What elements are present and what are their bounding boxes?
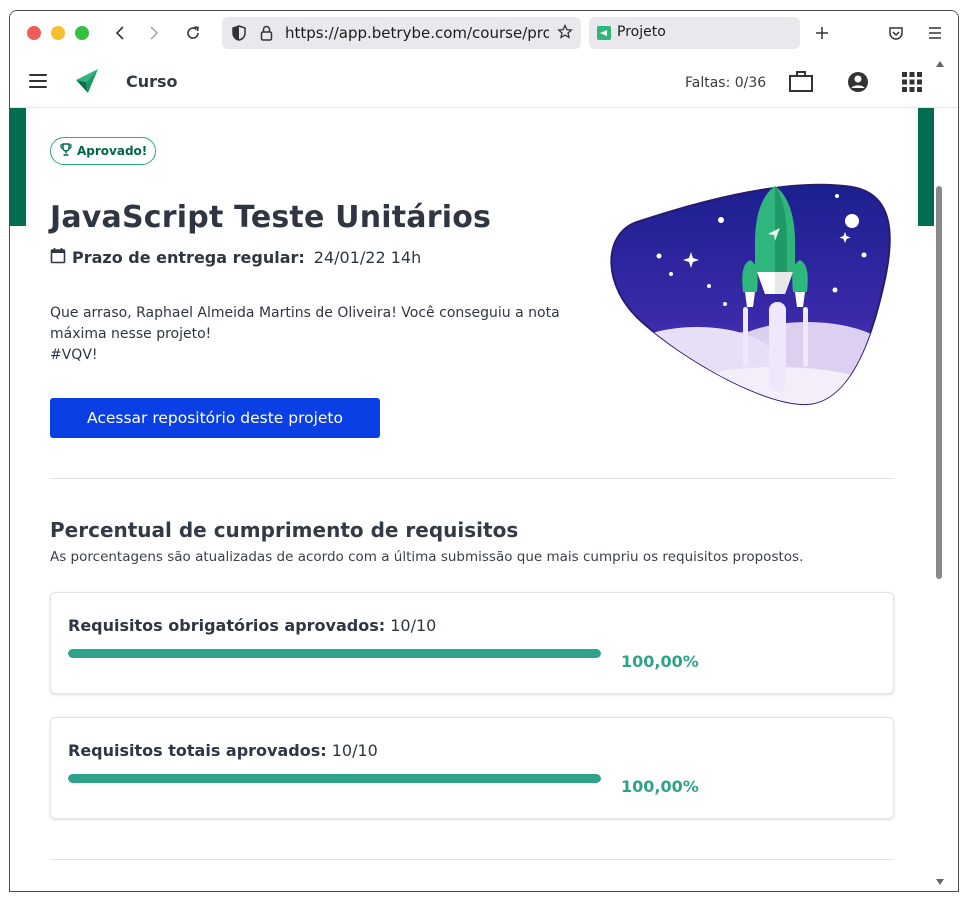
- card-label: Requisitos totais aprovados: 10/10: [68, 741, 378, 760]
- browser-toolbar: https://app.betrybe.com/course/proje Pro…: [10, 11, 958, 56]
- tab-projeto[interactable]: Projeto: [589, 17, 800, 49]
- deadline-value: 24/01/22 14h: [313, 248, 422, 267]
- progress-fill: [68, 649, 601, 658]
- hamburger-icon[interactable]: [29, 74, 47, 88]
- required-requirements-card: Requisitos obrigatórios aprovados: 10/10…: [50, 592, 894, 694]
- total-requirements-card: Requisitos totais aprovados: 10/10 100,0…: [50, 717, 894, 819]
- url-text[interactable]: https://app.betrybe.com/course/proje: [285, 24, 549, 42]
- card-label-title: Requisitos totais aprovados:: [68, 741, 327, 760]
- progress-fill: [68, 774, 601, 783]
- browser-window: https://app.betrybe.com/course/proje Pro…: [9, 10, 959, 892]
- congrats-message: Que arraso, Raphael Almeida Martins de O…: [50, 303, 570, 366]
- progress-percent: 100,00%: [621, 777, 699, 796]
- minimize-window-button[interactable]: [51, 26, 65, 40]
- forward-icon[interactable]: [141, 20, 167, 46]
- progress-bar: [68, 649, 601, 658]
- calendar-icon: [50, 247, 66, 268]
- account-icon[interactable]: [845, 69, 871, 95]
- deadline: Prazo de entrega regular: 24/01/22 14h: [50, 247, 421, 268]
- scroll-down-arrow[interactable]: [936, 879, 944, 885]
- section-divider: [50, 478, 894, 479]
- star-icon[interactable]: [557, 23, 573, 44]
- back-icon[interactable]: [107, 20, 133, 46]
- section-divider: [50, 859, 894, 860]
- briefcase-icon[interactable]: [788, 69, 814, 95]
- hero-band-right: [918, 108, 934, 226]
- pocket-icon[interactable]: [883, 20, 909, 46]
- trophy-icon: [60, 143, 72, 159]
- status-badge: Aprovado!: [50, 137, 157, 165]
- deadline-label: Prazo de entrega regular:: [72, 248, 305, 267]
- shield-icon[interactable]: [232, 25, 246, 45]
- badge-label: Aprovado!: [77, 144, 148, 158]
- project-title: JavaScript Teste Unitários: [50, 200, 492, 235]
- trybe-logo[interactable]: [72, 67, 100, 95]
- new-tab-icon[interactable]: [809, 20, 835, 46]
- app-header: Curso Faltas: 0/36: [10, 56, 958, 108]
- apps-grid-icon[interactable]: [899, 69, 925, 95]
- hero-band-left: [10, 108, 26, 226]
- progress-bar: [68, 774, 601, 783]
- address-bar[interactable]: https://app.betrybe.com/course/proje: [222, 17, 581, 49]
- tab-title: Projeto: [617, 24, 666, 40]
- message-line: #VQV!: [50, 347, 98, 363]
- card-label: Requisitos obrigatórios aprovados: 10/10: [68, 616, 436, 635]
- reload-icon[interactable]: [180, 20, 206, 46]
- card-label-value: 10/10: [331, 741, 378, 760]
- absences-counter: Faltas: 0/36: [685, 75, 767, 91]
- card-label-value: 10/10: [390, 616, 437, 635]
- message-line: máxima nesse projeto!: [50, 326, 212, 342]
- scrollbar-thumb[interactable]: [936, 186, 942, 579]
- menu-icon[interactable]: [922, 20, 948, 46]
- message-line: Que arraso, Raphael Almeida Martins de O…: [50, 305, 560, 321]
- card-label-title: Requisitos obrigatórios aprovados:: [68, 616, 386, 635]
- scroll-up-arrow[interactable]: [936, 61, 944, 67]
- favicon-icon: [597, 26, 611, 40]
- lock-icon[interactable]: [260, 25, 273, 45]
- maximize-window-button[interactable]: [75, 26, 89, 40]
- requirements-subtext: As porcentagens são atualizadas de acord…: [50, 549, 804, 565]
- access-repository-button[interactable]: Acessar repositório deste projeto: [50, 398, 380, 438]
- requirements-heading: Percentual de cumprimento de requisitos: [50, 518, 519, 542]
- close-window-button[interactable]: [27, 26, 41, 40]
- rocket-illustration: [607, 172, 891, 408]
- app-title: Curso: [126, 72, 178, 91]
- progress-percent: 100,00%: [621, 652, 699, 671]
